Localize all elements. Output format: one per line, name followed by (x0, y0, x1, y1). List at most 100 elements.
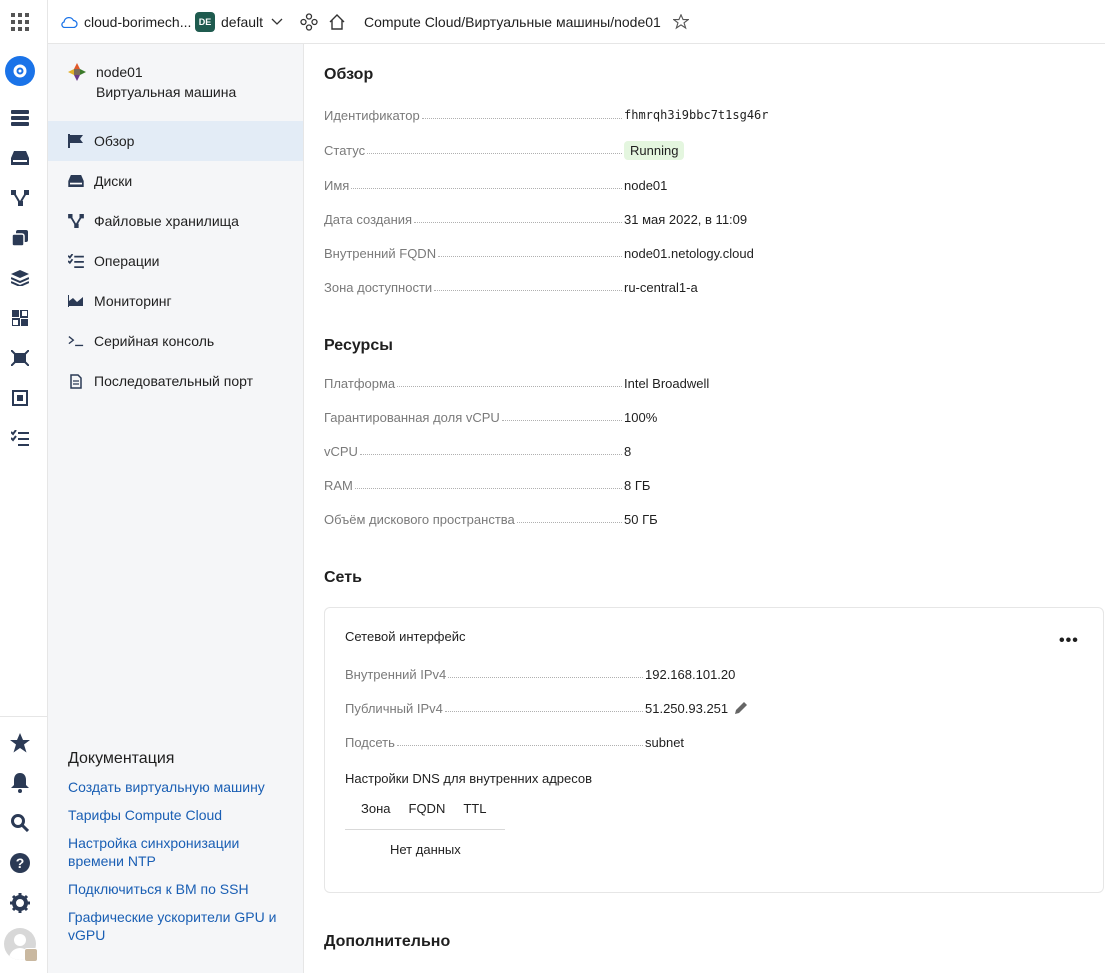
nav-item-label: Мониторинг (94, 293, 172, 309)
doc-link-ntp[interactable]: Настройка синхронизации времени NTP (68, 834, 288, 870)
more-menu-icon[interactable]: ••• (1059, 633, 1079, 649)
doc-link-create-vm[interactable]: Создать виртуальную машину (68, 778, 288, 796)
dns-table-header: Зона FQDN TTL (345, 798, 505, 830)
nav-item-disks[interactable]: Диски (48, 161, 303, 201)
overview-row-created: Дата создания 31 мая 2022, в 11:09 (324, 209, 747, 229)
nav-item-file-storages[interactable]: Файловые хранилища (48, 201, 303, 241)
folder-avatar: DE (195, 12, 215, 32)
resources-row-core-fraction: Гарантированная доля vCPU 100% (324, 407, 657, 427)
flag-icon (68, 133, 84, 149)
row-label: Имя (324, 177, 350, 193)
nav-item-overview[interactable]: Обзор (48, 121, 303, 161)
row-label: Внутренний IPv4 (345, 666, 447, 682)
disk-icon[interactable] (10, 148, 30, 168)
nav-item-label: Обзор (94, 133, 135, 149)
dns-empty-state: Нет данных (390, 842, 461, 857)
search-icon[interactable] (10, 813, 30, 833)
row-label: Зона доступности (324, 279, 433, 295)
nav-item-serial-console[interactable]: Серийная консоль (48, 321, 303, 361)
document-icon (68, 373, 84, 389)
compute-cloud-icon[interactable] (5, 56, 35, 86)
network-title: Сеть (324, 569, 362, 586)
resource-name: node01 (96, 64, 143, 80)
file-storage-icon (68, 213, 84, 229)
resource-nav: Обзор Диски Файловые хранилища Операции … (48, 121, 303, 401)
overview-row-fqdn: Внутренний FQDN node01.netology.cloud (324, 243, 754, 263)
resources-row-vcpu: vCPU 8 (324, 441, 631, 461)
status-badge: Running (624, 140, 685, 160)
vm-name-value: node01 (624, 177, 668, 193)
cloud-name: cloud-borimech... (84, 14, 192, 30)
nav-item-serial-port[interactable]: Последовательный порт (48, 361, 303, 401)
overview-title: Обзор (324, 66, 374, 83)
apps-grid-icon[interactable] (10, 12, 30, 32)
doc-link-gpu[interactable]: Графические ускорители GPU и vGPU (68, 908, 288, 944)
svg-text:?: ? (16, 855, 25, 871)
network-interface-card: Сетевой интерфейс ••• Внутренний IPv4 19… (324, 607, 1104, 893)
images-icon[interactable] (10, 228, 30, 248)
disk-icon (68, 173, 84, 189)
resource-header: node01 Виртуальная машина (68, 62, 236, 102)
nav-item-label: Последовательный порт (94, 373, 254, 389)
row-label: Внутренний FQDN (324, 245, 437, 261)
dns-col-ttl: TTL (463, 801, 487, 816)
dns-col-fqdn: FQDN (408, 801, 446, 816)
overview-row-status: Статус Running (324, 140, 685, 160)
doc-link-ssh[interactable]: Подключиться к ВМ по SSH (68, 880, 288, 898)
dns-settings-title: Настройки DNS для внутренних адресов (345, 771, 593, 786)
additional-title: Дополнительно (324, 933, 451, 950)
network-row-public-ip: Публичный IPv4 51.250.93.251 (345, 698, 748, 718)
subnet-link[interactable]: subnet (645, 735, 684, 750)
resources-title: Ресурсы (324, 337, 393, 354)
terminal-icon (68, 333, 84, 349)
nav-item-operations[interactable]: Операции (48, 241, 303, 281)
snapshots-icon[interactable] (10, 388, 30, 408)
fqdn-value: node01.netology.cloud (624, 245, 754, 261)
platform-value: Intel Broadwell (624, 375, 710, 391)
resource-type: Виртуальная машина (96, 84, 237, 100)
network-interface-title: Сетевой интерфейс (345, 629, 466, 644)
row-label: Статус (324, 142, 366, 158)
placement-groups-icon[interactable] (10, 348, 30, 368)
vm-id-value: fhmrqh3i9bbc7t1sg46r (624, 108, 769, 122)
network-row-internal-ip: Внутренний IPv4 192.168.101.20 (345, 664, 735, 684)
home-icon[interactable] (328, 0, 346, 44)
operations-icon[interactable] (10, 428, 30, 448)
nav-item-monitoring[interactable]: Мониторинг (48, 281, 303, 321)
nav-item-label: Серийная консоль (94, 333, 215, 349)
instance-groups-icon[interactable] (10, 308, 30, 328)
breadcrumb-virtual-machines[interactable]: Виртуальные машины (465, 14, 610, 30)
services-icon[interactable] (300, 0, 318, 44)
operations-list-icon (68, 253, 84, 269)
row-label: vCPU (324, 443, 358, 459)
overview-row-id: Идентификатор fhmrqh3i9bbc7t1sg46r (324, 105, 769, 125)
breadcrumb: Compute Cloud / Виртуальные машины / nod… (364, 0, 689, 44)
favorite-star-icon[interactable] (672, 14, 689, 30)
vm-logo-icon (68, 63, 86, 81)
help-icon[interactable]: ? (10, 853, 30, 873)
internal-ip-value: 192.168.101.20 (645, 666, 736, 682)
row-label: Дата создания (324, 211, 413, 227)
documentation-title: Документация (68, 750, 175, 767)
breadcrumb-compute-cloud[interactable]: Compute Cloud (364, 14, 461, 30)
star-icon[interactable] (10, 733, 30, 753)
edit-pencil-icon[interactable] (734, 701, 748, 715)
folder-selector[interactable]: DE default (195, 0, 283, 44)
ram-value: 8 ГБ (624, 477, 651, 493)
network-icon[interactable] (10, 188, 30, 208)
layers-icon[interactable] (10, 268, 30, 288)
settings-gear-icon[interactable] (10, 893, 30, 913)
doc-link-pricing[interactable]: Тарифы Compute Cloud (68, 806, 288, 824)
core-fraction-value: 100% (624, 409, 658, 425)
resources-row-disk: Объём дискового пространства 50 ГБ (324, 509, 658, 529)
cloud-selector[interactable]: cloud-borimech... (60, 0, 191, 44)
bell-icon[interactable] (10, 773, 30, 793)
vcpu-value: 8 (624, 443, 632, 459)
created-date-value: 31 мая 2022, в 11:09 (624, 211, 748, 227)
network-row-subnet: Подсеть subnet (345, 732, 684, 752)
row-label: Объём дискового пространства (324, 511, 515, 527)
public-ip-value: 51.250.93.251 (645, 700, 729, 716)
avatar-badge-icon (24, 948, 38, 962)
row-label: RAM (324, 477, 353, 493)
servers-icon[interactable] (10, 108, 30, 128)
